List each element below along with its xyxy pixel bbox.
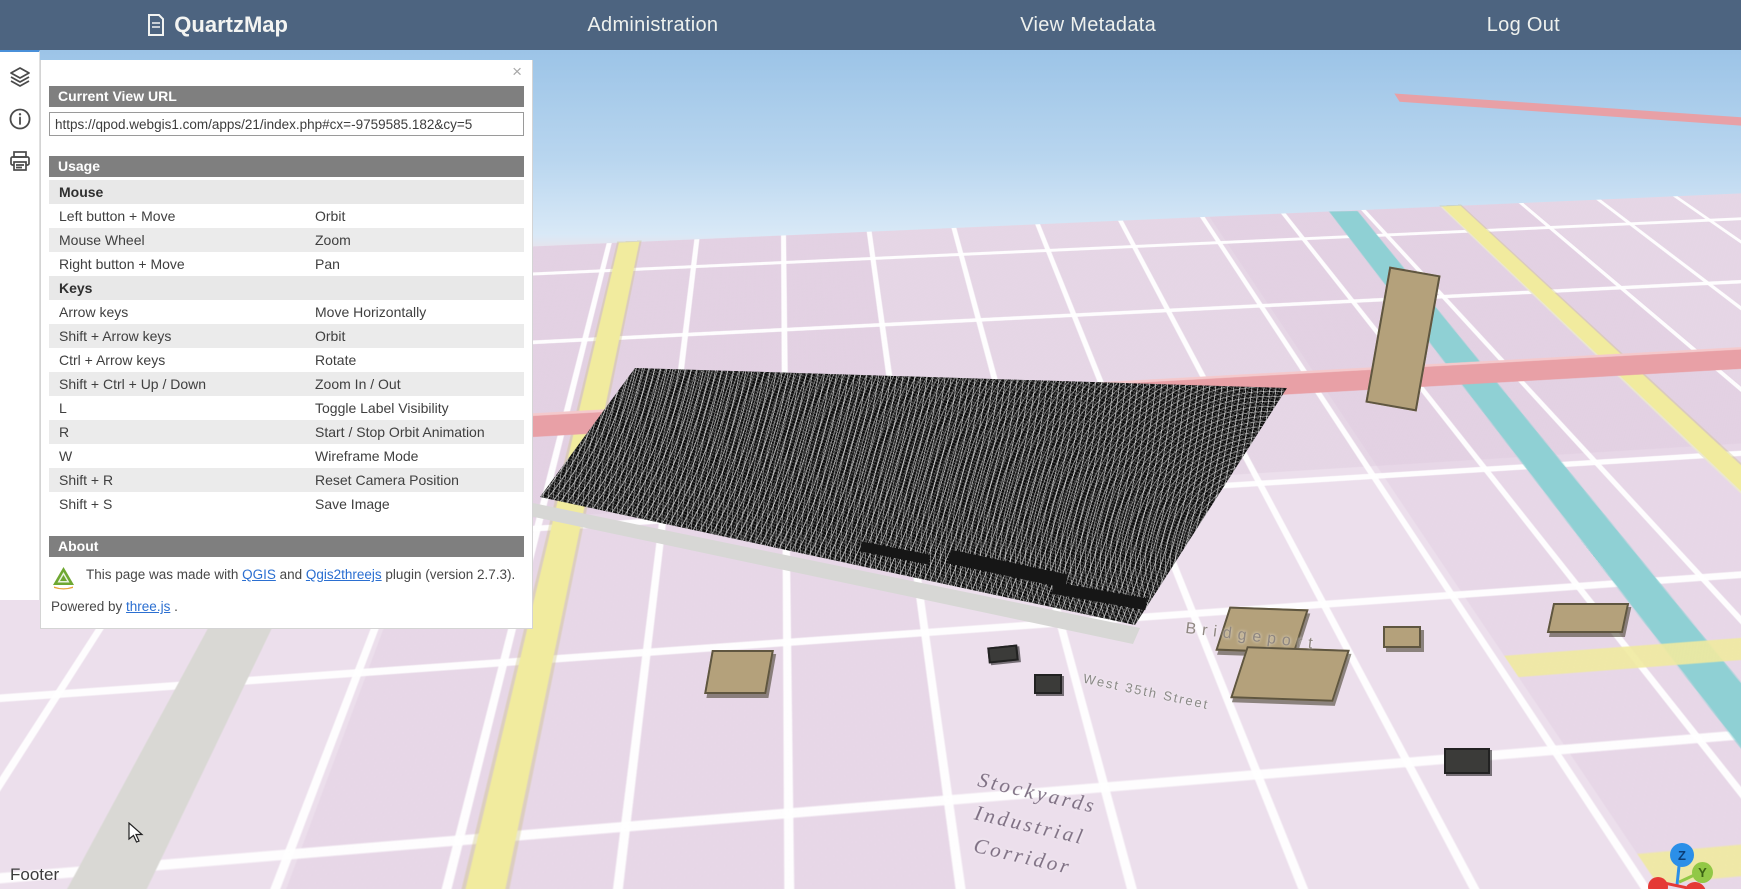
usage-row: Shift + RReset Camera Position	[49, 468, 524, 492]
info-icon[interactable]	[7, 106, 33, 132]
axes-gizmo[interactable]: Z Y	[1640, 830, 1741, 889]
mouse-cursor-icon	[128, 822, 144, 849]
x-axis-ball[interactable]	[1684, 882, 1706, 889]
nav-administration[interactable]: Administration	[587, 14, 718, 37]
usage-row: Shift + SSave Image	[49, 492, 524, 516]
building-3d	[704, 650, 774, 694]
building-3d	[1444, 748, 1490, 774]
close-icon[interactable]: ×	[512, 63, 522, 80]
usage-row: Shift + Arrow keysOrbit	[49, 324, 524, 348]
usage-row: RStart / Stop Orbit Animation	[49, 420, 524, 444]
building-3d	[1547, 603, 1629, 633]
app: QuartzMap Administration View Metadata L…	[0, 0, 1741, 889]
usage-row: Mouse WheelZoom	[49, 228, 524, 252]
about-text: This page was made with QGIS and Qgis2th…	[86, 565, 515, 595]
top-navbar: QuartzMap Administration View Metadata L…	[0, 0, 1741, 50]
usage-header: Usage	[49, 156, 524, 177]
qgis-logo-icon	[51, 565, 76, 595]
nav-view-metadata[interactable]: View Metadata	[1020, 14, 1156, 37]
tool-sidebar	[0, 50, 40, 600]
highway-red	[1394, 93, 1741, 306]
usage-row: LToggle Label Visibility	[49, 396, 524, 420]
yellow-road	[564, 50, 1460, 207]
nav-log-out[interactable]: Log Out	[1487, 14, 1560, 37]
current-view-url-header: Current View URL	[49, 86, 524, 107]
about-header: About	[49, 536, 524, 557]
usage-row: Right button + MovePan	[49, 252, 524, 276]
y-axis-ball[interactable]: Y	[1692, 862, 1713, 883]
usage-row: Arrow keysMove Horizontally	[49, 300, 524, 324]
usage-row: WWireframe Mode	[49, 444, 524, 468]
usage-row: Ctrl + Arrow keysRotate	[49, 348, 524, 372]
brand-link[interactable]: QuartzMap	[147, 12, 288, 38]
usage-table: Mouse Left button + MoveOrbit Mouse Whee…	[49, 180, 524, 516]
usage-group-keys: Keys	[49, 276, 524, 300]
current-view-url-input[interactable]	[49, 112, 524, 136]
document-icon	[147, 14, 165, 36]
z-axis-ball[interactable]: Z	[1670, 843, 1694, 867]
x-axis-line	[1666, 882, 1686, 889]
qgis2threejs-link[interactable]: Qgis2threejs	[306, 567, 382, 582]
threejs-link[interactable]: three.js	[126, 599, 170, 614]
yellow-road	[618, 50, 824, 243]
building-3d	[987, 644, 1019, 663]
page-footer: Footer	[10, 865, 59, 885]
usage-row: Shift + Ctrl + Up / DownZoom In / Out	[49, 372, 524, 396]
qgis-link[interactable]: QGIS	[242, 567, 276, 582]
x-axis-ball[interactable]	[1648, 877, 1668, 889]
brand-label: QuartzMap	[174, 12, 288, 38]
building-3d	[1034, 674, 1062, 694]
building-3d	[1230, 646, 1350, 702]
powered-by-text: Powered by three.js .	[49, 599, 524, 614]
building-3d	[1383, 626, 1421, 648]
print-icon[interactable]	[7, 148, 33, 174]
help-panel: × Current View URL Usage Mouse Left butt…	[40, 60, 533, 629]
usage-group-mouse: Mouse	[49, 180, 524, 204]
usage-row: Left button + MoveOrbit	[49, 204, 524, 228]
layers-icon[interactable]	[7, 64, 33, 90]
